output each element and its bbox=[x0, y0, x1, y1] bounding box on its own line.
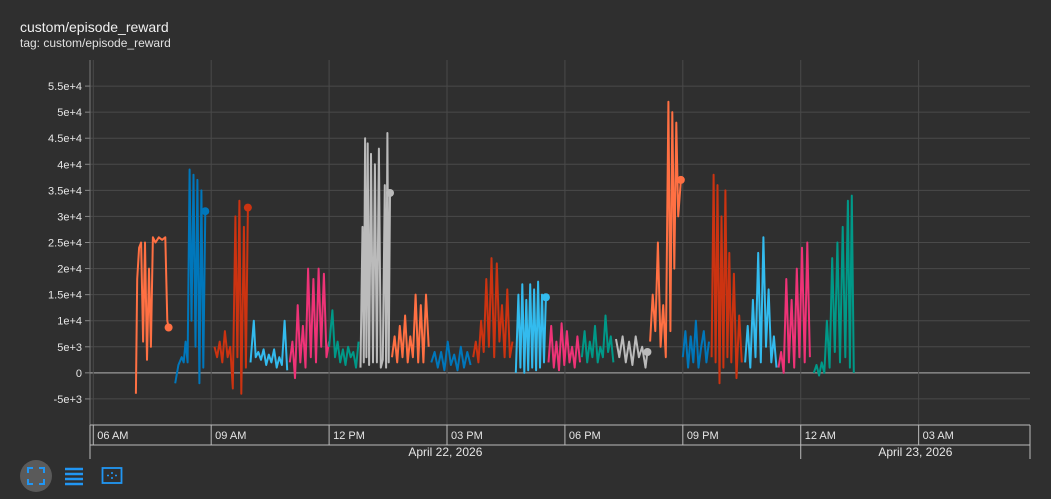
x-tick-label: 03 AM bbox=[923, 430, 954, 442]
y-tick-label: 5e+4 bbox=[57, 107, 82, 119]
series-line[interactable] bbox=[328, 309, 360, 369]
series-layer[interactable] bbox=[134, 100, 855, 395]
y-tick-label: 4e+4 bbox=[57, 159, 82, 171]
series-line[interactable] bbox=[134, 236, 170, 394]
x-tick-label: 12 PM bbox=[333, 430, 365, 442]
series-line[interactable] bbox=[615, 335, 649, 369]
series-line[interactable] bbox=[681, 319, 710, 369]
series-line[interactable] bbox=[777, 241, 811, 374]
x-tick-label: 12 AM bbox=[805, 430, 836, 442]
fullscreen-icon bbox=[27, 467, 45, 485]
date-label: April 22, 2026 bbox=[408, 445, 482, 459]
series-line[interactable] bbox=[580, 314, 615, 364]
selection-box-icon bbox=[101, 467, 123, 484]
series-line[interactable] bbox=[430, 340, 472, 372]
y-tick-label: 1e+4 bbox=[57, 316, 82, 328]
series-line[interactable] bbox=[744, 236, 778, 369]
y-tick-label: 4.5e+4 bbox=[48, 133, 82, 145]
toggle-log-button[interactable] bbox=[58, 460, 90, 492]
series-line[interactable] bbox=[649, 100, 682, 359]
y-tick-label: 1.5e+4 bbox=[48, 290, 82, 302]
x-tick-label: 09 PM bbox=[687, 430, 719, 442]
date-label: April 23, 2026 bbox=[878, 445, 952, 459]
series-line[interactable] bbox=[391, 293, 430, 364]
series-end-marker bbox=[201, 207, 210, 216]
y-tick-label: 3.5e+4 bbox=[48, 185, 82, 197]
series-line[interactable] bbox=[288, 267, 331, 380]
y-tick-label: -5e+3 bbox=[54, 394, 82, 406]
series-end-marker bbox=[541, 293, 550, 302]
series-line[interactable] bbox=[710, 173, 743, 385]
y-tick-label: 2.5e+4 bbox=[48, 238, 82, 250]
series-end-marker bbox=[243, 203, 252, 212]
series-end-marker bbox=[643, 348, 652, 356]
x-axis: 06 AM 09 AM 12 PM 03 PM 06 PM 09 PM 12 AM 03 AM… bbox=[89, 424, 1031, 459]
series-line[interactable] bbox=[213, 199, 249, 395]
series-line[interactable] bbox=[249, 319, 289, 371]
select-region-button[interactable] bbox=[96, 460, 128, 492]
x-tick-label: 03 PM bbox=[451, 430, 483, 442]
y-axis: 5.5e+4 5e+4 4.5e+4 4e+4 3.5e+4 3e+4 2.5e+4 2e+4… bbox=[48, 60, 91, 425]
chart-toolbar bbox=[20, 460, 128, 492]
series-line[interactable] bbox=[359, 132, 391, 369]
x-tick-label: 06 AM bbox=[97, 430, 128, 442]
y-tick-label: 0 bbox=[76, 368, 82, 380]
series-end-marker bbox=[676, 175, 685, 184]
y-tick-label: 3e+4 bbox=[57, 211, 82, 223]
series-line[interactable] bbox=[812, 194, 855, 377]
chart-area[interactable]: 5.5e+4 5e+4 4.5e+4 4e+4 3.5e+4 3e+4 2.5e+4 2e+4… bbox=[0, 0, 1051, 499]
series-line[interactable] bbox=[514, 280, 547, 374]
series-end-marker bbox=[164, 323, 173, 332]
y-tick-label: 5.5e+4 bbox=[48, 81, 82, 93]
series-end-marker bbox=[386, 188, 395, 197]
fit-domain-button[interactable] bbox=[20, 460, 52, 492]
y-tick-label: 5e+3 bbox=[57, 342, 82, 354]
x-tick-label: 06 PM bbox=[569, 430, 601, 442]
series-line[interactable] bbox=[174, 168, 207, 385]
x-tick-label: 09 AM bbox=[215, 430, 246, 442]
y-tick-label: 2e+4 bbox=[57, 264, 82, 276]
list-icon bbox=[65, 467, 83, 486]
